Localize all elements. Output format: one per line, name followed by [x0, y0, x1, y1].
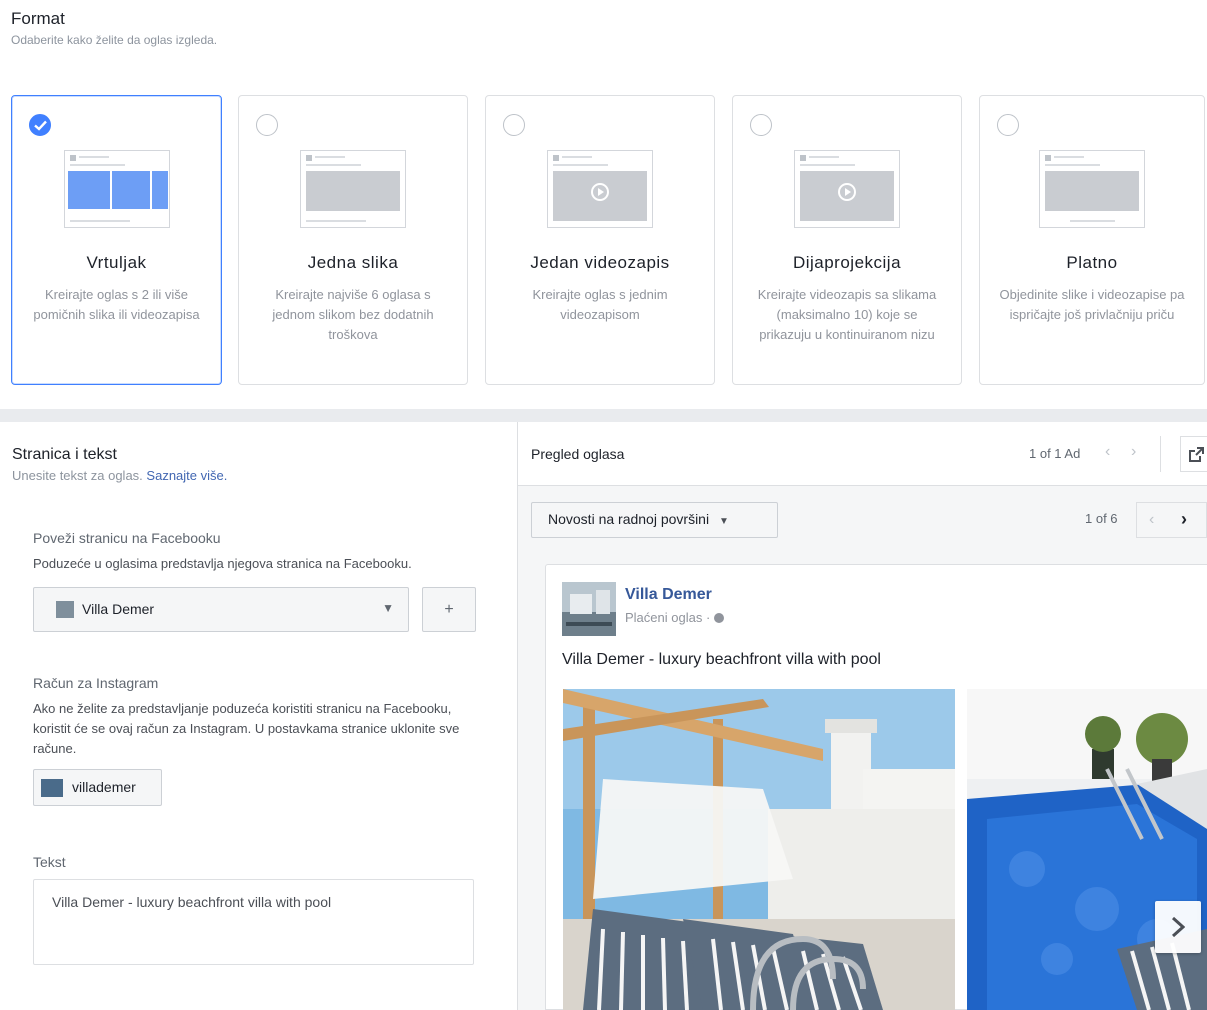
- ad-count: 1 of 1 Ad: [1029, 446, 1081, 461]
- radio-button[interactable]: [503, 114, 525, 136]
- facebook-page-select[interactable]: Villa Demer ▼: [33, 587, 409, 632]
- format-option-desc: Kreirajte oglas s jednim videozapisom: [532, 287, 668, 322]
- placement-count: 1 of 6: [1085, 511, 1118, 526]
- format-option-carousel[interactable]: Vrtuljak Kreirajte oglas s 2 ili više po…: [11, 95, 222, 385]
- section-divider: [0, 409, 1207, 422]
- chevron-right-icon[interactable]: ›: [1131, 443, 1136, 461]
- instagram-account-help: Ako ne želite za predstavljanje poduzeća…: [33, 701, 460, 756]
- page-avatar: [56, 601, 74, 618]
- facebook-page-label: Poveži stranicu na Facebooku: [33, 530, 221, 546]
- instagram-account-name: villademer: [72, 779, 136, 795]
- page-avatar: [562, 582, 616, 636]
- sponsored-label: Plaćeni oglas ·: [625, 610, 724, 625]
- page-text-title: Stranica i tekst: [12, 446, 117, 463]
- external-link-icon[interactable]: [1180, 436, 1207, 472]
- placement-nav: ‹ ›: [1136, 502, 1207, 538]
- chevron-left-icon[interactable]: ‹: [1149, 511, 1154, 529]
- format-option-title: Jedan videozapis: [530, 253, 670, 272]
- format-subtitle: Odaberite kako želite da oglas izgleda.: [11, 33, 218, 47]
- sponsored-text: Plaćeni oglas ·: [625, 610, 711, 625]
- format-option-desc: Objedinite slike i videozapise pa isprič…: [999, 287, 1185, 322]
- format-option-desc: Kreirajte oglas s 2 ili više pomičnih sl…: [33, 287, 200, 322]
- format-option-title: Dijaprojekcija: [792, 253, 902, 272]
- chevron-right-icon[interactable]: ›: [1181, 509, 1187, 530]
- ad-body-text: Villa Demer - luxury beachfront villa wi…: [562, 651, 881, 668]
- chevron-right-icon: [1171, 916, 1186, 938]
- page-text-subtitle-text: Unesite tekst za oglas.: [12, 468, 143, 483]
- format-option-title: Vrtuljak: [86, 253, 147, 272]
- placement-label: Novosti na radnoj površini: [548, 511, 710, 527]
- format-option-desc: Kreirajte videozapis sa slikama (maksima…: [757, 287, 937, 342]
- placement-dropdown[interactable]: Novosti na radnoj površini ▼: [531, 502, 778, 538]
- radio-button[interactable]: [997, 114, 1019, 136]
- format-title: Format: [11, 9, 65, 28]
- radio-button[interactable]: [256, 114, 278, 136]
- play-icon: [838, 183, 856, 201]
- instagram-account-label: Račun za Instagram: [33, 675, 159, 691]
- single-video-thumbnail: [547, 150, 653, 228]
- ad-text-input[interactable]: Villa Demer - luxury beachfront villa wi…: [33, 879, 474, 965]
- play-icon: [591, 183, 609, 201]
- add-page-button[interactable]: +: [422, 587, 476, 632]
- header-separator: [1160, 436, 1161, 472]
- single-image-thumbnail: [300, 150, 406, 228]
- radio-button[interactable]: [750, 114, 772, 136]
- instagram-account-button[interactable]: villademer: [33, 769, 162, 806]
- slideshow-thumbnail: [794, 150, 900, 228]
- carousel-image-pergola[interactable]: [563, 689, 955, 1010]
- facebook-page-help: Poduzeće u oglasima predstavlja njegova …: [33, 556, 412, 571]
- format-option-title: Platno: [1066, 253, 1118, 272]
- globe-icon: [713, 613, 724, 623]
- text-field-label: Tekst: [33, 854, 66, 870]
- carousel-next-button[interactable]: [1155, 901, 1201, 953]
- carousel-image-pool[interactable]: [967, 689, 1207, 1010]
- canvas-thumbnail: [1039, 150, 1145, 228]
- carousel-thumbnail: [63, 150, 170, 228]
- format-option-single-video[interactable]: Jedan videozapis Kreirajte oglas s jedni…: [485, 95, 715, 385]
- caret-down-icon: ▼: [718, 516, 729, 527]
- format-option-canvas[interactable]: Platno Objedinite slike i videozapise pa…: [979, 95, 1205, 385]
- selected-page-name: Villa Demer: [82, 601, 155, 617]
- format-option-title: Jedna slika: [307, 253, 399, 272]
- chevron-left-icon[interactable]: ‹: [1105, 443, 1110, 461]
- page-text-subtitle: Unesite tekst za oglas. Saznajte više.: [12, 468, 227, 483]
- check-icon: [29, 114, 51, 136]
- learn-more-link[interactable]: Saznajte više.: [146, 468, 227, 483]
- format-option-slideshow[interactable]: Dijaprojekcija Kreirajte videozapis sa s…: [732, 95, 962, 385]
- format-option-single-image[interactable]: Jedna slika Kreirajte najviše 6 oglasa s…: [238, 95, 468, 385]
- caret-down-icon: ▼: [382, 601, 394, 615]
- ad-page-name[interactable]: Villa Demer: [625, 586, 712, 604]
- instagram-avatar: [41, 779, 63, 797]
- ad-preview-title: Pregled oglasa: [531, 446, 625, 462]
- format-option-desc: Kreirajte najviše 6 oglasa s jednom slik…: [272, 287, 434, 342]
